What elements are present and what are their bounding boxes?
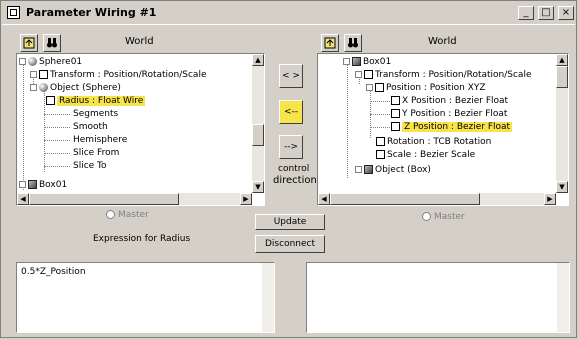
up-level-icon[interactable] [20, 34, 38, 52]
float-icon [391, 96, 400, 105]
parameter-wiring-window: Parameter Wiring #1 _ □ × World Sphere01… [0, 0, 577, 338]
radio-button[interactable] [422, 212, 431, 221]
float-wire-icon [46, 96, 55, 105]
bidirectional-button[interactable]: < > [279, 64, 303, 88]
float-icon [391, 109, 400, 118]
control-right-button[interactable]: --> [279, 135, 303, 159]
title-bar[interactable]: Parameter Wiring #1 _ □ × [2, 2, 575, 25]
minimize-button[interactable]: _ [518, 6, 534, 20]
tree-item[interactable]: Object (Sphere) [30, 82, 121, 94]
radio-button[interactable] [106, 210, 115, 219]
disconnect-button[interactable]: Disconnect [255, 235, 325, 253]
tree-item[interactable]: Transform : Position/Rotation/Scale [355, 69, 531, 81]
update-button[interactable]: Update [255, 214, 325, 230]
tree-item-selected[interactable]: Radius : Float Wire [46, 95, 146, 107]
close-button[interactable]: × [558, 6, 574, 20]
tree-item[interactable]: Object (Box) [355, 164, 431, 176]
binoculars-icon[interactable] [43, 34, 61, 52]
control-left-button[interactable]: <-- [279, 100, 303, 124]
tree-item[interactable]: Box01 [19, 179, 67, 191]
tree-item[interactable]: Position : Position XYZ [366, 82, 486, 94]
left-scope-label: World [125, 36, 154, 47]
rotation-icon [376, 137, 385, 146]
right-horizontal-scrollbar[interactable]: ◀ ▶ [318, 193, 556, 205]
up-level-icon[interactable] [321, 34, 339, 52]
left-expression-textarea[interactable]: 0.5*Z_Position [16, 262, 275, 333]
expression-text: 0.5*Z_Position [21, 267, 86, 277]
box-icon [28, 180, 37, 189]
object-icon [39, 83, 48, 92]
sphere-icon [28, 57, 37, 66]
right-scope-label: World [428, 36, 457, 47]
tree-item[interactable]: Y Position : Bezier Float [391, 108, 507, 120]
tree-item[interactable]: Rotation : TCB Rotation [376, 136, 491, 148]
right-vertical-scrollbar[interactable]: ▲ ▼ [556, 54, 568, 193]
left-tree-panel[interactable]: Sphere01 Transform : Position/Rotation/S… [16, 53, 265, 206]
tree-item[interactable]: Box01 [343, 56, 391, 68]
expression-scrollbar[interactable] [557, 263, 569, 332]
tree-item[interactable]: Transform : Position/Rotation/Scale [30, 69, 206, 81]
left-vertical-scrollbar[interactable]: ▲ ▼ [252, 54, 264, 193]
transform-icon [364, 70, 373, 79]
scroll-thumb[interactable] [29, 193, 179, 205]
position-icon [375, 83, 384, 92]
tree-item-selected[interactable]: Z Position : Bezier Float [391, 121, 513, 133]
control-label: control [278, 164, 310, 174]
expression-label: Expression for Radius [93, 234, 191, 244]
right-tree-panel[interactable]: Box01 Transform : Position/Rotation/Scal… [317, 53, 569, 206]
tree-item[interactable]: Scale : Bezier Scale [376, 149, 475, 161]
tree-item[interactable]: Smooth [73, 121, 108, 133]
transform-icon [39, 70, 48, 79]
right-master-radio[interactable]: Master [422, 212, 465, 222]
expression-scrollbar[interactable] [262, 263, 274, 332]
box-icon [352, 57, 361, 66]
tree-item[interactable]: Sphere01 [19, 56, 82, 68]
object-icon [364, 165, 373, 174]
direction-label: direction [273, 175, 317, 186]
scroll-thumb[interactable] [330, 193, 480, 205]
tree-item[interactable]: Segments [73, 108, 118, 120]
tree-item[interactable]: Hemisphere [73, 134, 127, 146]
float-icon [391, 122, 400, 131]
tree-item[interactable]: Slice From [73, 147, 119, 159]
scroll-thumb[interactable] [252, 124, 264, 146]
left-horizontal-scrollbar[interactable]: ◀ ▶ [17, 193, 252, 205]
tree-item[interactable]: X Position : Bezier Float [391, 95, 508, 107]
left-master-radio[interactable]: Master [106, 210, 149, 220]
maximize-button[interactable]: □ [538, 6, 554, 20]
scroll-thumb[interactable] [556, 66, 568, 88]
window-title: Parameter Wiring #1 [26, 6, 157, 19]
tree-item[interactable]: Slice To [73, 160, 107, 172]
binoculars-icon[interactable] [344, 34, 362, 52]
right-expression-textarea[interactable] [306, 262, 570, 333]
scale-icon [376, 150, 385, 159]
app-icon [7, 6, 20, 19]
